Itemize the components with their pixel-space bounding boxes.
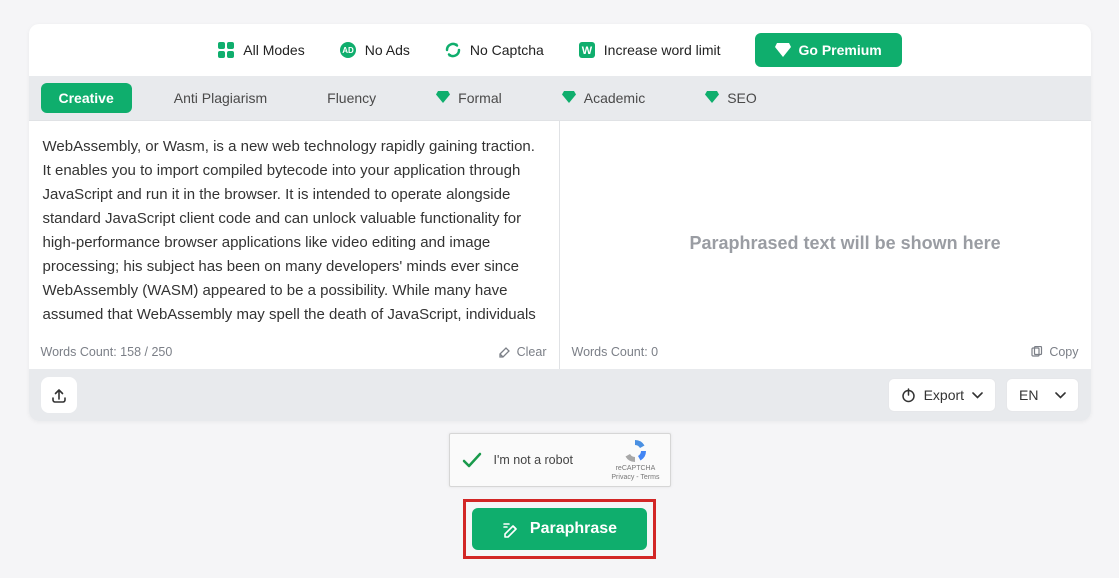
mode-formal[interactable]: Formal [418, 83, 520, 113]
paraphraser-app: All Modes AD No Ads No Captcha W Increas… [29, 24, 1091, 421]
mode-seo[interactable]: SEO [687, 83, 775, 113]
feature-label: Increase word limit [604, 42, 721, 58]
output-footer: Words Count: 0 Copy [560, 339, 1091, 369]
input-pane: WebAssembly, or Wasm, is a new web techn… [29, 121, 560, 369]
upload-icon [50, 386, 68, 404]
mode-label: Anti Plagiarism [174, 90, 267, 106]
feature-all-modes[interactable]: All Modes [217, 41, 304, 59]
input-textarea[interactable]: WebAssembly, or Wasm, is a new web techn… [29, 121, 559, 339]
mode-fluency[interactable]: Fluency [309, 83, 394, 113]
captcha-wrap: I'm not a robot reCAPTCHA Privacy - Term… [0, 433, 1119, 487]
no-ads-icon: AD [339, 41, 357, 59]
power-icon [901, 388, 916, 403]
paraphrase-label: Paraphrase [530, 520, 617, 538]
svg-text:W: W [582, 45, 593, 57]
mode-creative[interactable]: Creative [41, 83, 132, 113]
output-pane: Paraphrased text will be shown here Word… [560, 121, 1091, 369]
mode-label: Creative [59, 90, 114, 106]
recaptcha-widget[interactable]: I'm not a robot reCAPTCHA Privacy - Term… [449, 433, 671, 487]
diamond-icon [775, 43, 791, 57]
editor-panes: WebAssembly, or Wasm, is a new web techn… [29, 120, 1091, 369]
chevron-down-icon [972, 392, 983, 399]
output-word-count: Words Count: 0 [572, 345, 659, 359]
cta-highlight-frame: Paraphrase [463, 499, 656, 559]
top-feature-bar: All Modes AD No Ads No Captcha W Increas… [29, 24, 1091, 76]
language-select[interactable]: EN [1006, 378, 1078, 412]
premium-label: Go Premium [799, 42, 882, 58]
eraser-icon [497, 345, 511, 359]
grid-icon [217, 41, 235, 59]
chevron-down-icon [1055, 392, 1066, 399]
feature-no-captcha[interactable]: No Captcha [444, 41, 544, 59]
checkmark-icon [460, 449, 482, 471]
lang-label: EN [1019, 387, 1038, 403]
right-controls: Export EN [888, 378, 1079, 412]
mode-academic[interactable]: Academic [544, 83, 663, 113]
export-button[interactable]: Export [888, 378, 996, 412]
clear-label: Clear [517, 345, 547, 359]
rewrite-icon [502, 520, 520, 538]
captcha-label: I'm not a robot [494, 453, 600, 467]
mode-anti-plagiarism[interactable]: Anti Plagiarism [156, 83, 285, 113]
mode-label: SEO [727, 90, 757, 106]
refresh-icon [444, 41, 462, 59]
feature-label: No Ads [365, 42, 410, 58]
copy-label: Copy [1049, 345, 1078, 359]
feature-word-limit[interactable]: W Increase word limit [578, 41, 721, 59]
clear-button[interactable]: Clear [497, 345, 547, 359]
mode-label: Academic [584, 90, 645, 106]
feature-label: No Captcha [470, 42, 544, 58]
feature-no-ads[interactable]: AD No Ads [339, 41, 410, 59]
footer-bar: Export EN [29, 369, 1091, 421]
feature-label: All Modes [243, 42, 304, 58]
recaptcha-brand: reCAPTCHA [611, 465, 659, 474]
export-label: Export [924, 387, 964, 403]
diamond-icon [562, 91, 576, 105]
paraphrase-button[interactable]: Paraphrase [472, 508, 647, 550]
svg-text:AD: AD [342, 46, 354, 55]
mode-bar: Creative Anti Plagiarism Fluency Formal … [29, 76, 1091, 120]
input-word-count: Words Count: 158 / 250 [41, 345, 173, 359]
cta-wrap: Paraphrase [0, 499, 1119, 559]
diamond-icon [436, 91, 450, 105]
go-premium-button[interactable]: Go Premium [755, 33, 902, 67]
output-placeholder: Paraphrased text will be shown here [560, 121, 1091, 339]
copy-button[interactable]: Copy [1030, 345, 1078, 359]
mode-label: Formal [458, 90, 502, 106]
copy-icon [1030, 346, 1043, 359]
recaptcha-logo: reCAPTCHA Privacy - Terms [611, 438, 659, 483]
diamond-icon [705, 91, 719, 105]
word-limit-icon: W [578, 41, 596, 59]
recaptcha-legal: Privacy - Terms [611, 474, 659, 483]
input-footer: Words Count: 158 / 250 Clear [29, 339, 559, 369]
upload-button[interactable] [41, 377, 77, 413]
mode-label: Fluency [327, 90, 376, 106]
